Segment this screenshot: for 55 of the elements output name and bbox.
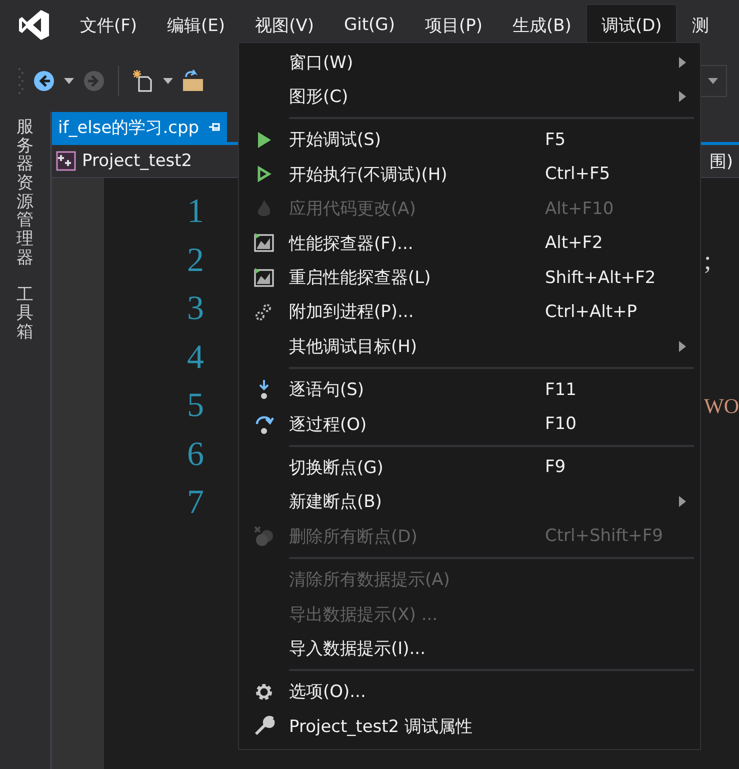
line-number: 7 (186, 484, 204, 522)
submenu-arrow-icon (679, 91, 686, 102)
submenu-arrow-icon (679, 496, 686, 508)
menu-item[interactable]: 编辑(E) (152, 4, 240, 46)
code-text: WO (704, 394, 739, 419)
caret-icon (708, 78, 718, 84)
side-tab[interactable]: 服务器资源管理器 (16, 118, 34, 268)
side-tab[interactable]: 工具箱 (16, 286, 34, 342)
menu-item[interactable]: 项目(P) (410, 4, 498, 46)
back-icon[interactable] (32, 69, 56, 93)
menu-entry[interactable]: 开始调试(S) F5 (239, 122, 700, 158)
breakpoints-icon (253, 525, 275, 548)
menu-entry[interactable]: 性能探查器(F)... Alt+F2 (239, 226, 700, 260)
menu-entry[interactable]: 逐过程(O) F10 (239, 406, 700, 442)
scope-dropdown[interactable]: 围) (709, 150, 739, 172)
line-number: 3 (186, 290, 204, 328)
line-number: 2 (186, 242, 204, 280)
new-project-icon[interactable] (131, 69, 155, 93)
wrench-icon (253, 715, 275, 738)
menu-item[interactable]: 测 (676, 4, 724, 46)
menu-entry[interactable]: 窗口(W) (239, 45, 700, 80)
menu-item[interactable]: 视图(V) (240, 4, 329, 46)
menu-entry[interactable]: 开始执行(不调试)(H) Ctrl+F5 (239, 157, 700, 192)
menu-entry[interactable]: 其他调试目标(H) (239, 329, 700, 364)
menu-entry[interactable]: 导入数据提示(I)... (239, 631, 700, 666)
submenu-arrow-icon (679, 56, 686, 68)
caret-icon[interactable] (163, 78, 173, 84)
open-folder-icon[interactable] (181, 69, 205, 93)
menu-entry[interactable]: 选项(O)... (239, 674, 700, 710)
step-over-icon (253, 413, 275, 436)
line-number: 4 (186, 338, 204, 377)
caret-icon[interactable] (64, 78, 74, 84)
code-text: ; (704, 246, 712, 276)
menu-entry[interactable]: 重启性能探查器(L) Shift+Alt+F2 (239, 260, 700, 295)
chart-icon (253, 232, 275, 254)
toolbar-grip (18, 66, 24, 96)
submenu-arrow-icon (679, 340, 686, 352)
chart-icon (253, 266, 275, 289)
menu-entry[interactable]: 新建断点(B) (239, 484, 700, 520)
line-number: 1 (186, 193, 204, 232)
menu-entry[interactable]: 图形(C) (239, 79, 700, 114)
menu-entry[interactable]: 切换断点(G) F9 (239, 450, 700, 485)
pin-icon[interactable] (209, 121, 222, 133)
menu-entry[interactable]: 附加到进程(P)... Ctrl+Alt+P (239, 294, 700, 330)
menu-entry[interactable]: Project_test2 调试属性 (239, 709, 700, 744)
document-tab[interactable]: if_else的学习.cpp (52, 112, 228, 142)
line-number: 6 (186, 436, 204, 474)
project-icon (56, 151, 76, 171)
menu-entry[interactable]: 逐语句(S) F11 (239, 372, 700, 407)
line-number: 5 (186, 387, 204, 426)
logo-icon (17, 8, 51, 42)
project-dropdown[interactable]: Project_test2 (52, 151, 192, 171)
menu-item[interactable]: 生成(B) (498, 4, 586, 46)
menu-item[interactable]: Git(G) (328, 4, 410, 46)
menu-item[interactable]: 文件(F) (65, 4, 152, 46)
